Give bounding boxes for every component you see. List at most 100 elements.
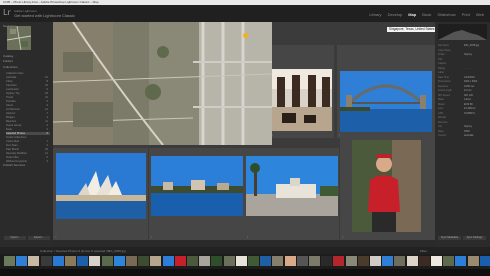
metadata-value[interactable]: Sydney — [464, 53, 472, 56]
collection-item[interactable]: Smart Collections — [6, 136, 50, 139]
metadata-value[interactable]: NSW — [464, 130, 470, 133]
metadata-value[interactable]: EOS 5D — [464, 103, 473, 106]
grid-tile[interactable]: 2 — [337, 45, 435, 138]
filmstrip-thumbnail[interactable] — [16, 256, 28, 266]
sync-settings-button[interactable]: Sync Settings — [463, 236, 486, 240]
module-web[interactable]: Web — [476, 12, 484, 17]
collection-item[interactable]: Portraits 6 — [6, 100, 50, 103]
filmstrip-thumbnail[interactable] — [77, 256, 89, 266]
photo-thumbnail-bridge[interactable] — [340, 71, 432, 133]
filmstrip-thumbnail[interactable] — [235, 256, 247, 266]
publish-services-header[interactable]: Publish Services — [3, 163, 25, 167]
filmstrip-thumbnail[interactable] — [211, 256, 223, 266]
grid-tile[interactable]: 3 — [53, 148, 148, 240]
collection-item[interactable]: Street 9 — [6, 104, 50, 107]
grid-tile[interactable]: 5 — [245, 148, 339, 240]
filmstrip-thumbnail[interactable] — [345, 256, 357, 266]
module-develop[interactable]: Develop — [388, 12, 403, 17]
filmstrip-thumbnail[interactable] — [357, 256, 369, 266]
filmstrip-filter[interactable]: Filter : — [420, 249, 428, 253]
metadata-value[interactable]: IMG_0038.jpg — [464, 44, 479, 47]
metadata-value[interactable]: 4000 x 3000 — [464, 80, 477, 83]
collection-item[interactable]: Cities 8 — [6, 80, 50, 83]
filmstrip-thumbnail[interactable] — [162, 256, 174, 266]
filmstrip-thumbnail[interactable] — [467, 256, 479, 266]
collection-item[interactable]: Colour Red 1 — [6, 140, 50, 143]
filmstrip-thumbnail[interactable] — [223, 256, 235, 266]
filmstrip-thumbnail[interactable] — [418, 256, 430, 266]
collection-item[interactable]: Travel 31 — [6, 96, 50, 99]
collection-item[interactable]: Australia 12 — [6, 76, 50, 79]
collection-item[interactable]: Sydney Trip 18 — [6, 92, 50, 95]
filmstrip-thumbnail[interactable] — [113, 256, 125, 266]
metadata-value[interactable]: Canon — [464, 98, 471, 101]
filmstrip-thumbnail[interactable] — [431, 256, 442, 266]
export-button[interactable]: Export... — [28, 236, 50, 240]
collection-item[interactable]: Landmarks 5 — [6, 88, 50, 91]
filmstrip-thumbnail[interactable] — [479, 256, 490, 266]
import-button[interactable]: Import... — [4, 236, 26, 240]
filmstrip-thumbnail[interactable] — [406, 256, 418, 266]
filmstrip-thumbnail[interactable] — [260, 256, 272, 266]
filmstrip-thumbnail[interactable] — [284, 256, 296, 266]
metadata-value[interactable]: 12/3/2019 — [464, 76, 475, 79]
grid-tile[interactable]: 1 — [270, 45, 334, 138]
filmstrip-thumbnail[interactable] — [248, 256, 259, 266]
metadata-value[interactable]: · · · · · — [464, 67, 471, 70]
filmstrip-thumbnail[interactable] — [187, 256, 198, 266]
module-library[interactable]: Library — [369, 12, 381, 17]
module-slideshow[interactable]: Slideshow — [437, 12, 455, 17]
filmstrip-thumbnail[interactable] — [272, 256, 284, 266]
collection-item[interactable]: Recently Modified 12 — [6, 152, 50, 155]
metadata-value[interactable]: 24-105mm — [464, 107, 475, 110]
catalog-header[interactable]: Catalog — [3, 54, 13, 58]
filmstrip-thumbnail[interactable] — [333, 256, 345, 266]
folders-header[interactable]: Folders — [3, 59, 13, 63]
metadata-value[interactable]: Australia — [464, 134, 473, 137]
photo-thumbnail-terrace[interactable] — [272, 69, 332, 131]
filmstrip-thumbnail[interactable] — [40, 256, 52, 266]
filmstrip-thumbnail[interactable] — [199, 256, 211, 266]
navigator-map-preview[interactable] — [6, 25, 32, 51]
filmstrip-thumbnail[interactable] — [126, 256, 137, 266]
metadata-value[interactable]: ISO 100 — [464, 94, 473, 97]
module-map[interactable]: Map — [408, 12, 416, 17]
module-print[interactable]: Print — [462, 12, 470, 17]
collection-item[interactable]: Bridges 3 — [6, 116, 50, 119]
metadata-value[interactable]: 24 mm — [464, 89, 471, 92]
filmstrip-thumbnail[interactable] — [382, 256, 394, 266]
filmstrip-thumbnail[interactable] — [394, 256, 406, 266]
collection-item[interactable]: Past Month 40 — [6, 148, 50, 151]
collection-item[interactable]: Harbour 7 — [6, 112, 50, 115]
photo-thumbnail-harbour[interactable] — [151, 156, 243, 216]
collection-item[interactable]: Video Files 0 — [6, 156, 50, 159]
map-pin-icon[interactable] — [243, 33, 248, 38]
collection-item[interactable]: Without Keywords 3 — [6, 160, 50, 163]
filmstrip-thumbnail[interactable] — [138, 256, 150, 266]
filmstrip-thumbnail[interactable] — [4, 256, 15, 266]
module-book[interactable]: Book — [422, 12, 431, 17]
filmstrip-thumbnail[interactable] — [150, 256, 162, 266]
collection-item[interactable]: Selected Photos 6 — [6, 132, 50, 135]
sync-metadata-button[interactable]: Sync Metadata — [438, 236, 461, 240]
filmstrip-thumbnail[interactable] — [370, 256, 381, 266]
map-view[interactable] — [53, 22, 272, 145]
collection-item[interactable]: Dusk 2 — [6, 128, 50, 131]
filmstrip-thumbnail[interactable] — [455, 256, 467, 266]
metadata-value[interactable]: Sydney — [464, 125, 472, 128]
filmstrip-thumbnail[interactable] — [309, 256, 320, 266]
photo-thumbnail-opera[interactable] — [56, 153, 146, 219]
filmstrip-thumbnail[interactable] — [52, 256, 64, 266]
collection-item[interactable]: Five Stars 2 — [6, 144, 50, 147]
collection-item[interactable]: Favorites 24 — [6, 84, 50, 87]
histogram[interactable] — [438, 24, 487, 40]
collection-item[interactable]: Collection Sets — [6, 72, 50, 75]
grid-tile[interactable]: 6 — [340, 132, 435, 240]
metadata-value[interactable]: 33.8568 S — [464, 112, 475, 115]
photo-thumbnail-portrait[interactable] — [352, 140, 421, 232]
filmstrip-thumbnail[interactable] — [89, 256, 101, 266]
filmstrip-thumbnail[interactable] — [321, 256, 333, 266]
filmstrip-thumbnail[interactable] — [443, 256, 455, 266]
filmstrip-thumbnail[interactable] — [101, 256, 113, 266]
collection-item[interactable]: Architecture 14 — [6, 108, 50, 111]
